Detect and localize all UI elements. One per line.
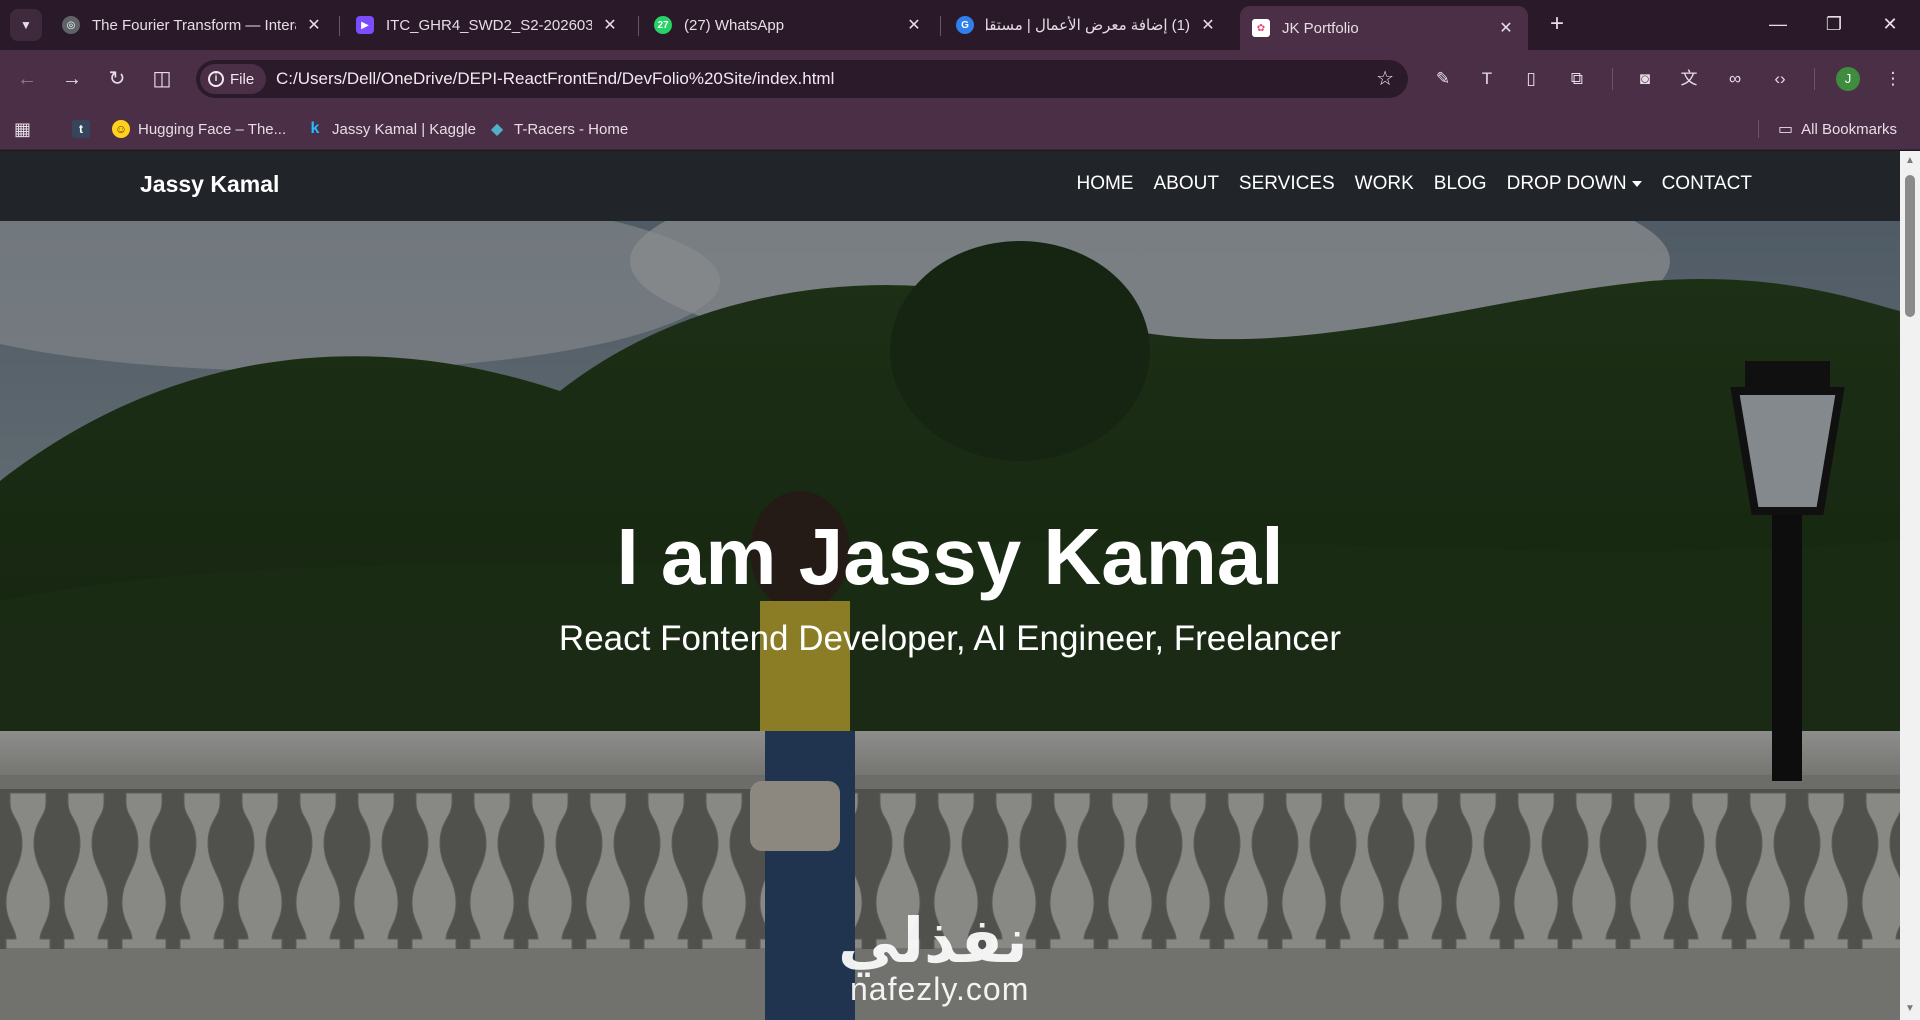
nav-about[interactable]: ABOUT: [1153, 173, 1218, 195]
caret-down-icon: [1631, 180, 1642, 187]
link-icon[interactable]: ∞: [1722, 66, 1748, 92]
site-brand[interactable]: Jassy Kamal: [140, 171, 279, 198]
site-navbar: Jassy Kamal HOME ABOUT SERVICES WORK BLO…: [0, 151, 1900, 221]
video-play-icon: ▶: [356, 16, 374, 34]
folder-icon: ▭: [1778, 121, 1794, 138]
close-icon[interactable]: ✕: [600, 15, 620, 35]
toolbar-separator: [1612, 68, 1613, 90]
nav-dropdown-label: DROP DOWN: [1506, 173, 1627, 194]
new-tab-button[interactable]: +: [1542, 10, 1572, 40]
watermark-latin: nafezly.com: [850, 971, 1030, 1007]
mobile-device-icon[interactable]: ▯: [1518, 66, 1544, 92]
scroll-up-arrow-icon[interactable]: ▲: [1904, 155, 1916, 167]
screenshot-icon[interactable]: ◙: [1632, 66, 1658, 92]
site-menu: HOME ABOUT SERVICES WORK BLOG DROP DOWN …: [1076, 173, 1752, 195]
page-scrollbar[interactable]: ▲ ▼: [1900, 151, 1920, 1020]
nav-blog[interactable]: BLOG: [1434, 173, 1487, 195]
scroll-down-arrow-icon[interactable]: ▼: [1904, 1003, 1916, 1015]
mostaql-icon: G: [956, 16, 974, 34]
browser-toolbar: ← → ↻ ◫ i File C:/Users/Dell/OneDrive/DE…: [0, 50, 1920, 108]
tab-fourier[interactable]: ◎ The Fourier Transform — Interactive ✕: [50, 8, 336, 42]
eyedropper-icon[interactable]: ✎: [1430, 66, 1456, 92]
nav-contact[interactable]: CONTACT: [1662, 173, 1752, 195]
bookmark-tracers[interactable]: ◆ T-Racers - Home: [488, 118, 628, 140]
bookmark-hugging-face[interactable]: ☺ Hugging Face – The...: [112, 118, 286, 140]
site-info-chip[interactable]: i File: [200, 64, 267, 94]
close-window-button[interactable]: ✕: [1862, 0, 1918, 50]
kaggle-icon: k: [310, 120, 320, 137]
tab-title: The Fourier Transform — Interactive: [92, 16, 296, 34]
tab-separator: [638, 16, 639, 36]
tab-title: JK Portfolio: [1282, 19, 1359, 37]
bookmark-separator: [1758, 120, 1759, 138]
chip-label: File: [230, 70, 255, 88]
bookmarks-bar: ▦ t ☺ Hugging Face – The... k Jassy Kama…: [0, 108, 1920, 150]
nav-home[interactable]: HOME: [1076, 173, 1133, 195]
scroll-thumb[interactable]: [1905, 175, 1915, 317]
profile-avatar[interactable]: J: [1836, 67, 1860, 91]
all-bookmarks-button[interactable]: ▭ All Bookmarks: [1778, 118, 1897, 140]
tab-title: (1) إضافة معرض الأعمال | مستقل: [986, 17, 1190, 34]
hero-section: I am Jassy Kamal React Fontend Developer…: [0, 221, 1900, 1020]
bookmark-kaggle[interactable]: k Jassy Kamal | Kaggle: [306, 118, 476, 140]
globe-icon: ◎: [62, 16, 80, 34]
tab-separator: [339, 16, 340, 36]
hero-subtitle: React Fontend Developer, AI Engineer, Fr…: [558, 619, 1342, 658]
tab-strip: ▼ ◎ The Fourier Transform — Interactive …: [0, 0, 1920, 50]
bookmark-star-icon[interactable]: ☆: [1376, 66, 1394, 91]
tab-itc-video[interactable]: ▶ ITC_GHR4_SWD2_S2-20260327 ✕: [344, 8, 632, 42]
nav-services[interactable]: SERVICES: [1239, 173, 1335, 195]
bookmark-label: Jassy Kamal | Kaggle: [332, 120, 476, 138]
close-icon[interactable]: ✕: [904, 15, 924, 35]
tracers-icon: ◆: [490, 121, 504, 138]
menu-kebab-icon[interactable]: ⋮: [1880, 66, 1906, 92]
tab-title: ITC_GHR4_SWD2_S2-20260327: [386, 16, 592, 34]
tab-mostaql[interactable]: G (1) إضافة معرض الأعمال | مستقل ✕: [944, 8, 1230, 42]
address-bar[interactable]: i File C:/Users/Dell/OneDrive/DEPI-React…: [196, 60, 1408, 98]
extensions-puzzle-icon[interactable]: ⧉: [1564, 66, 1590, 92]
tab-separator: [940, 16, 941, 36]
apps-grid-icon[interactable]: ▦: [14, 118, 31, 140]
nav-dropdown[interactable]: DROP DOWN: [1507, 173, 1642, 195]
tab-whatsapp[interactable]: 27 (27) WhatsApp ✕: [642, 8, 936, 42]
all-bookmarks-label: All Bookmarks: [1801, 120, 1897, 138]
page-viewport: Jassy Kamal HOME ABOUT SERVICES WORK BLO…: [0, 151, 1900, 1020]
text-extension-icon[interactable]: T: [1474, 66, 1500, 92]
watermark-arabic: نفذلي: [838, 907, 1028, 976]
hugging-face-icon: ☺: [112, 120, 130, 138]
bookmark-label: T-Racers - Home: [514, 120, 629, 138]
hero-title: I am Jassy Kamal: [616, 512, 1284, 601]
portfolio-icon: ✿: [1252, 19, 1270, 37]
nav-work[interactable]: WORK: [1355, 173, 1414, 195]
restore-button[interactable]: ❐: [1806, 0, 1862, 50]
forward-button[interactable]: →: [57, 65, 87, 95]
tumblr-icon: t: [72, 120, 90, 138]
split-view-icon[interactable]: ◫: [147, 65, 177, 95]
bookmark-tumblr[interactable]: t: [72, 118, 90, 140]
code-icon[interactable]: ‹›: [1767, 66, 1793, 92]
translate-icon[interactable]: 文: [1676, 66, 1702, 92]
close-icon[interactable]: ✕: [304, 15, 324, 35]
close-icon[interactable]: ✕: [1496, 18, 1516, 38]
url-text[interactable]: C:/Users/Dell/OneDrive/DEPI-ReactFrontEn…: [276, 69, 834, 89]
info-icon: i: [208, 71, 224, 87]
tab-jk-portfolio[interactable]: ✿ JK Portfolio ✕: [1240, 6, 1528, 50]
tab-search-button[interactable]: ▼: [10, 9, 42, 41]
reload-button[interactable]: ↻: [102, 65, 132, 95]
whatsapp-icon: 27: [654, 16, 672, 34]
bookmark-label: Hugging Face – The...: [138, 120, 287, 138]
back-button[interactable]: ←: [12, 65, 42, 95]
close-icon[interactable]: ✕: [1198, 15, 1218, 35]
minimize-button[interactable]: —: [1750, 0, 1806, 50]
tab-title: (27) WhatsApp: [684, 16, 785, 34]
toolbar-separator: [1814, 68, 1815, 90]
